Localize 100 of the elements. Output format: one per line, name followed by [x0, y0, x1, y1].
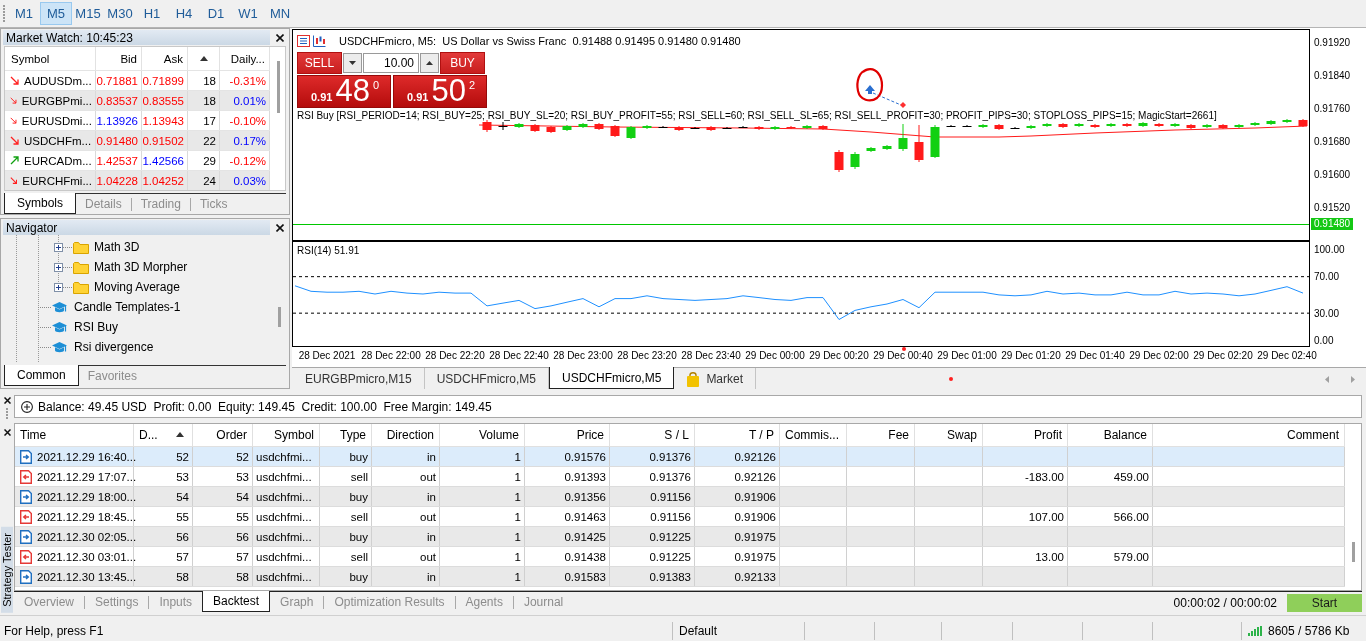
column-header[interactable]: Time: [15, 424, 134, 446]
symbol-row[interactable]: EURGBPmi... 0.83537 0.83555 18 0.01%: [5, 90, 270, 110]
list-icon[interactable]: [297, 35, 310, 47]
tree-item[interactable]: Candle Templates-1: [74, 300, 181, 314]
column-header[interactable]: S / L: [610, 424, 695, 446]
panel-tab[interactable]: Symbols: [4, 193, 76, 214]
panel-tab[interactable]: Common: [4, 365, 79, 386]
column-header[interactable]: Comment: [1153, 424, 1345, 446]
take-profit: 0.92126: [734, 450, 776, 463]
table-row[interactable]: 2021.12.29 18:00... 54 54 usdchfmi... buy in 1 0.91356 0.91156 0.91906: [15, 487, 1345, 507]
deal-direction: in: [427, 490, 436, 503]
axis-label: 28 Dec 22:00: [361, 350, 421, 361]
tree-item[interactable]: Moving Average: [94, 280, 180, 294]
buy-button[interactable]: BUY: [440, 52, 485, 74]
candle: [1010, 126, 1020, 130]
panel-tab[interactable]: Backtest: [202, 591, 271, 612]
column-header[interactable]: Direction: [372, 424, 440, 446]
chart-tab[interactable]: Market: [674, 368, 757, 389]
timeframe-button[interactable]: M5: [40, 2, 72, 25]
timeframe-button[interactable]: D1: [200, 2, 232, 25]
volume: 1: [514, 550, 521, 563]
volume-field[interactable]: 10.00: [363, 53, 419, 73]
axis-label: 0.91600: [1314, 169, 1351, 180]
column-header[interactable]: Profit: [983, 424, 1068, 446]
volume-down-button[interactable]: [343, 53, 362, 73]
expand-icon[interactable]: [54, 282, 63, 292]
start-button[interactable]: Start: [1287, 594, 1362, 612]
tree-item[interactable]: Math 3D: [94, 240, 140, 254]
table-row[interactable]: 2021.12.30 13:45... 58 58 usdchfmi... buy in 1 0.91583 0.91383 0.92133: [15, 567, 1345, 587]
timeframe-button[interactable]: H1: [136, 2, 168, 25]
volume-up-button[interactable]: [420, 53, 439, 73]
symbol-row[interactable]: USDCHFm... 0.91480 0.91502 22 0.17%: [5, 130, 270, 150]
tree-item[interactable]: Rsi divergence: [74, 340, 154, 354]
column-header[interactable]: Swap: [915, 424, 983, 446]
table-row[interactable]: 2021.12.29 18:45... 55 55 usdchfmi... sell out 1 0.91463 0.91156 0.91906 107.00 566.00: [15, 507, 1345, 527]
axis-label: 0.91680: [1314, 136, 1351, 147]
scrollbar-thumb[interactable]: [278, 307, 281, 327]
volume: 1: [514, 510, 521, 523]
deal-time: 2021.12.30 02:05...: [37, 530, 137, 543]
stop-loss: 0.91225: [649, 550, 691, 563]
deal-number: 57: [176, 550, 189, 563]
close-icon[interactable]: [276, 223, 284, 232]
column-header[interactable]: Price: [525, 424, 610, 446]
candle: [722, 126, 732, 130]
timeframe-button[interactable]: M1: [8, 2, 40, 25]
column-header[interactable]: Fee: [847, 424, 915, 446]
axis-label: 29 Dec 01:40: [1065, 350, 1125, 361]
column-header[interactable]: Symbol: [5, 47, 96, 70]
chart-tab[interactable]: EURGBPmicro,M15: [293, 368, 425, 389]
column-header[interactable]: Symbol: [253, 424, 320, 446]
column-header[interactable]: Commis...: [780, 424, 847, 446]
timeframe-button[interactable]: M30: [104, 2, 136, 25]
candle: [818, 124, 828, 131]
deal-direction: in: [427, 530, 436, 543]
symbol-name: usdchfmi...: [256, 470, 312, 483]
column-header[interactable]: Ask: [142, 47, 188, 70]
price: 0.91356: [564, 490, 606, 503]
tree-item[interactable]: RSI Buy: [74, 320, 118, 334]
column-header[interactable]: Volume: [440, 424, 525, 446]
page-arrow-right-icon: [20, 569, 32, 584]
symbol-row[interactable]: EURCHFmi... 1.04228 1.04252 24 0.03%: [5, 170, 270, 190]
deal-type: buy: [349, 570, 368, 583]
table-row[interactable]: 2021.12.29 16:40... 52 52 usdchfmi... buy in 1 0.91576 0.91376 0.92126: [15, 447, 1345, 467]
table-row[interactable]: 2021.12.30 03:01... 57 57 usdchfmi... sell out 1 0.91438 0.91225 0.91975 13.00 579.00: [15, 547, 1345, 567]
column-header[interactable]: Order: [193, 424, 253, 446]
plus-circle-icon[interactable]: [21, 400, 33, 413]
page-arrow-right-icon: [20, 449, 32, 464]
column-header[interactable]: D...: [134, 424, 193, 446]
axis-label: 70.00: [1314, 271, 1340, 283]
table-row[interactable]: 2021.12.29 17:07... 53 53 usdchfmi... sell out 1 0.91393 0.91376 0.92126 -183.00 459.00: [15, 467, 1345, 487]
close-icon[interactable]: [276, 33, 284, 42]
balance: 579.00: [1113, 550, 1149, 563]
price: 0.91583: [564, 570, 606, 583]
table-row[interactable]: 2021.12.30 02:05... 56 56 usdchfmi... buy in 1 0.91425 0.91225 0.91975: [15, 527, 1345, 547]
chart-tab[interactable]: USDCHFmicro,M5: [549, 367, 675, 389]
column-header[interactable]: T / P: [695, 424, 780, 446]
expand-icon[interactable]: [54, 242, 63, 252]
scrollbar-thumb[interactable]: [1352, 542, 1355, 562]
deal-time: 2021.12.29 16:40...: [37, 450, 137, 463]
axis-label: 28 Dec 22:40: [489, 350, 549, 361]
column-header[interactable]: Bid: [96, 47, 142, 70]
tree-item[interactable]: Math 3D Morpher: [94, 260, 188, 274]
axis-label: 0.91520: [1314, 202, 1351, 213]
column-header[interactable]: Daily...: [220, 47, 270, 70]
chart-icon[interactable]: [313, 35, 326, 47]
timeframe-button[interactable]: M15: [72, 2, 104, 25]
ask-price: 0.91502: [142, 134, 184, 147]
column-header[interactable]: Balance: [1068, 424, 1153, 446]
scrollbar-thumb[interactable]: [277, 61, 280, 113]
close-icon[interactable]: [3, 397, 11, 404]
timeframe-button[interactable]: W1: [232, 2, 264, 25]
timeframe-button[interactable]: MN: [264, 2, 296, 25]
expand-icon[interactable]: [54, 262, 63, 272]
candle: [546, 125, 556, 134]
sell-button[interactable]: SELL: [297, 52, 342, 74]
take-profit: 0.91975: [734, 530, 776, 543]
column-header[interactable]: Type: [320, 424, 372, 446]
close-icon[interactable]: [3, 429, 11, 436]
timeframe-button[interactable]: H4: [168, 2, 200, 25]
profit: -183.00: [1025, 470, 1064, 483]
